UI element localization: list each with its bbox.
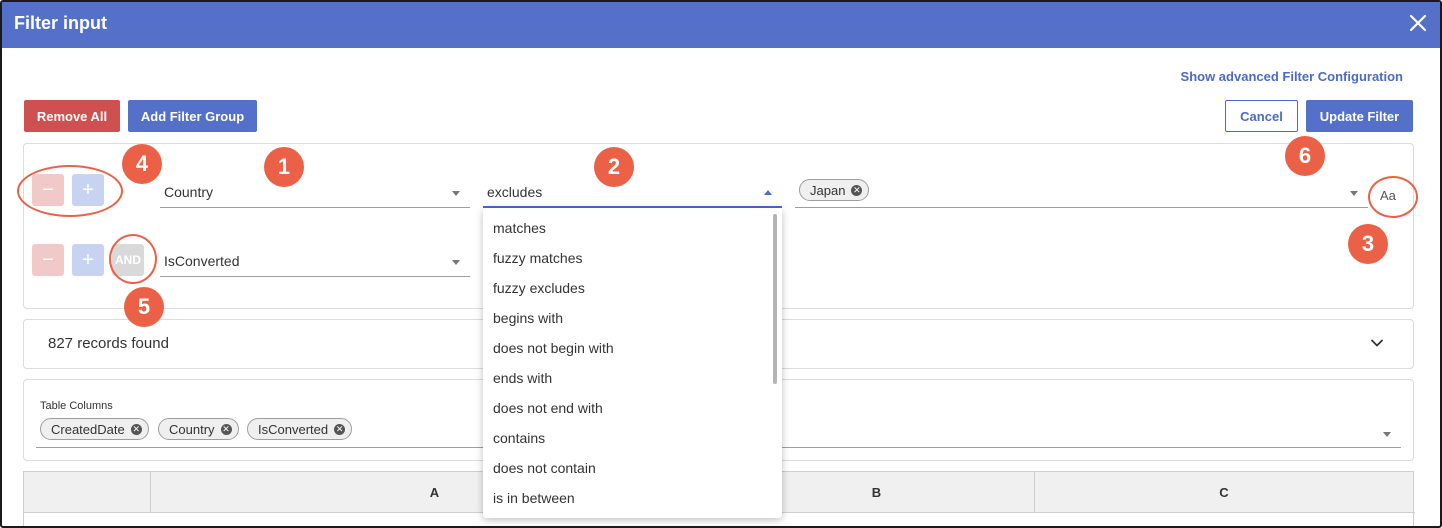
- field-select-isconverted[interactable]: IsConverted: [160, 247, 470, 277]
- grid-header-c[interactable]: C: [1035, 472, 1413, 512]
- annotation-badge: 3: [1348, 224, 1388, 264]
- value-select[interactable]: [795, 178, 1368, 208]
- column-chip: CreatedDate ✕: [40, 418, 149, 440]
- operator-select-value: excludes: [487, 184, 543, 200]
- annotation-ring: [109, 234, 157, 284]
- show-advanced-link[interactable]: Show advanced Filter Configuration: [1181, 69, 1403, 84]
- value-chip-label: Japan: [810, 182, 846, 198]
- annotation-badge: 1: [264, 147, 304, 187]
- column-chip-label: CreatedDate: [51, 421, 125, 437]
- operator-option[interactable]: is in between: [483, 483, 768, 513]
- chevron-down-icon[interactable]: [1370, 336, 1384, 350]
- remove-chip-icon[interactable]: ✕: [130, 423, 142, 435]
- annotation-badge: 4: [122, 144, 162, 184]
- remove-chip-icon[interactable]: ✕: [851, 184, 863, 196]
- operator-option[interactable]: does not end with: [483, 393, 768, 423]
- operator-select[interactable]: excludes: [483, 178, 782, 208]
- add-filter-button[interactable]: +: [72, 244, 104, 276]
- operator-option[interactable]: does not begin with: [483, 333, 768, 363]
- add-filter-group-button[interactable]: Add Filter Group: [128, 100, 257, 132]
- annotation-badge: 2: [594, 147, 634, 187]
- operator-option[interactable]: ends with: [483, 363, 768, 393]
- update-filter-button[interactable]: Update Filter: [1306, 100, 1413, 132]
- annotation-badge: 6: [1285, 136, 1325, 176]
- field-select-value: Country: [164, 184, 214, 200]
- remove-filter-button[interactable]: −: [32, 244, 64, 276]
- filter-dialog: Filter input Show advanced Filter Config…: [0, 0, 1442, 528]
- remove-chip-icon[interactable]: ✕: [334, 423, 346, 435]
- dialog-titlebar: Filter input: [2, 2, 1440, 48]
- annotation-ring: [1368, 176, 1418, 218]
- field-select-value: IsConverted: [164, 253, 240, 269]
- cancel-button[interactable]: Cancel: [1225, 100, 1298, 132]
- annotation-ring: [17, 165, 123, 217]
- chevron-down-icon: [452, 260, 460, 265]
- field-select-country[interactable]: Country: [160, 178, 470, 208]
- remove-all-button[interactable]: Remove All: [24, 100, 120, 132]
- operator-option[interactable]: begins with: [483, 303, 768, 333]
- dropdown-scrollbar[interactable]: [773, 214, 777, 384]
- records-count: 827 records found: [48, 335, 169, 352]
- chevron-up-icon: [764, 190, 772, 195]
- operator-dropdown-menu: matches fuzzy matches fuzzy excludes beg…: [483, 208, 782, 518]
- close-icon[interactable]: [1406, 11, 1430, 35]
- operator-option[interactable]: contains: [483, 423, 768, 453]
- dialog-title: Filter input: [14, 13, 107, 33]
- annotation-badge: 5: [124, 287, 164, 327]
- remove-chip-icon[interactable]: ✕: [220, 423, 232, 435]
- operator-option[interactable]: matches: [483, 213, 768, 243]
- value-chip-japan: Japan ✕: [799, 179, 870, 201]
- chevron-down-icon: [452, 191, 460, 196]
- chevron-down-icon[interactable]: [1383, 432, 1391, 437]
- operator-option[interactable]: does not contain: [483, 453, 768, 483]
- grid-header-index: [24, 472, 151, 512]
- column-chip: Country ✕: [158, 418, 239, 440]
- column-chip: IsConverted ✕: [247, 418, 353, 440]
- operator-option[interactable]: fuzzy matches: [483, 243, 768, 273]
- chevron-down-icon: [1350, 191, 1358, 196]
- operator-option[interactable]: fuzzy excludes: [483, 273, 768, 303]
- column-chip-label: IsConverted: [258, 421, 329, 437]
- column-chip-label: Country: [169, 421, 215, 437]
- table-columns-label: Table Columns: [40, 400, 113, 412]
